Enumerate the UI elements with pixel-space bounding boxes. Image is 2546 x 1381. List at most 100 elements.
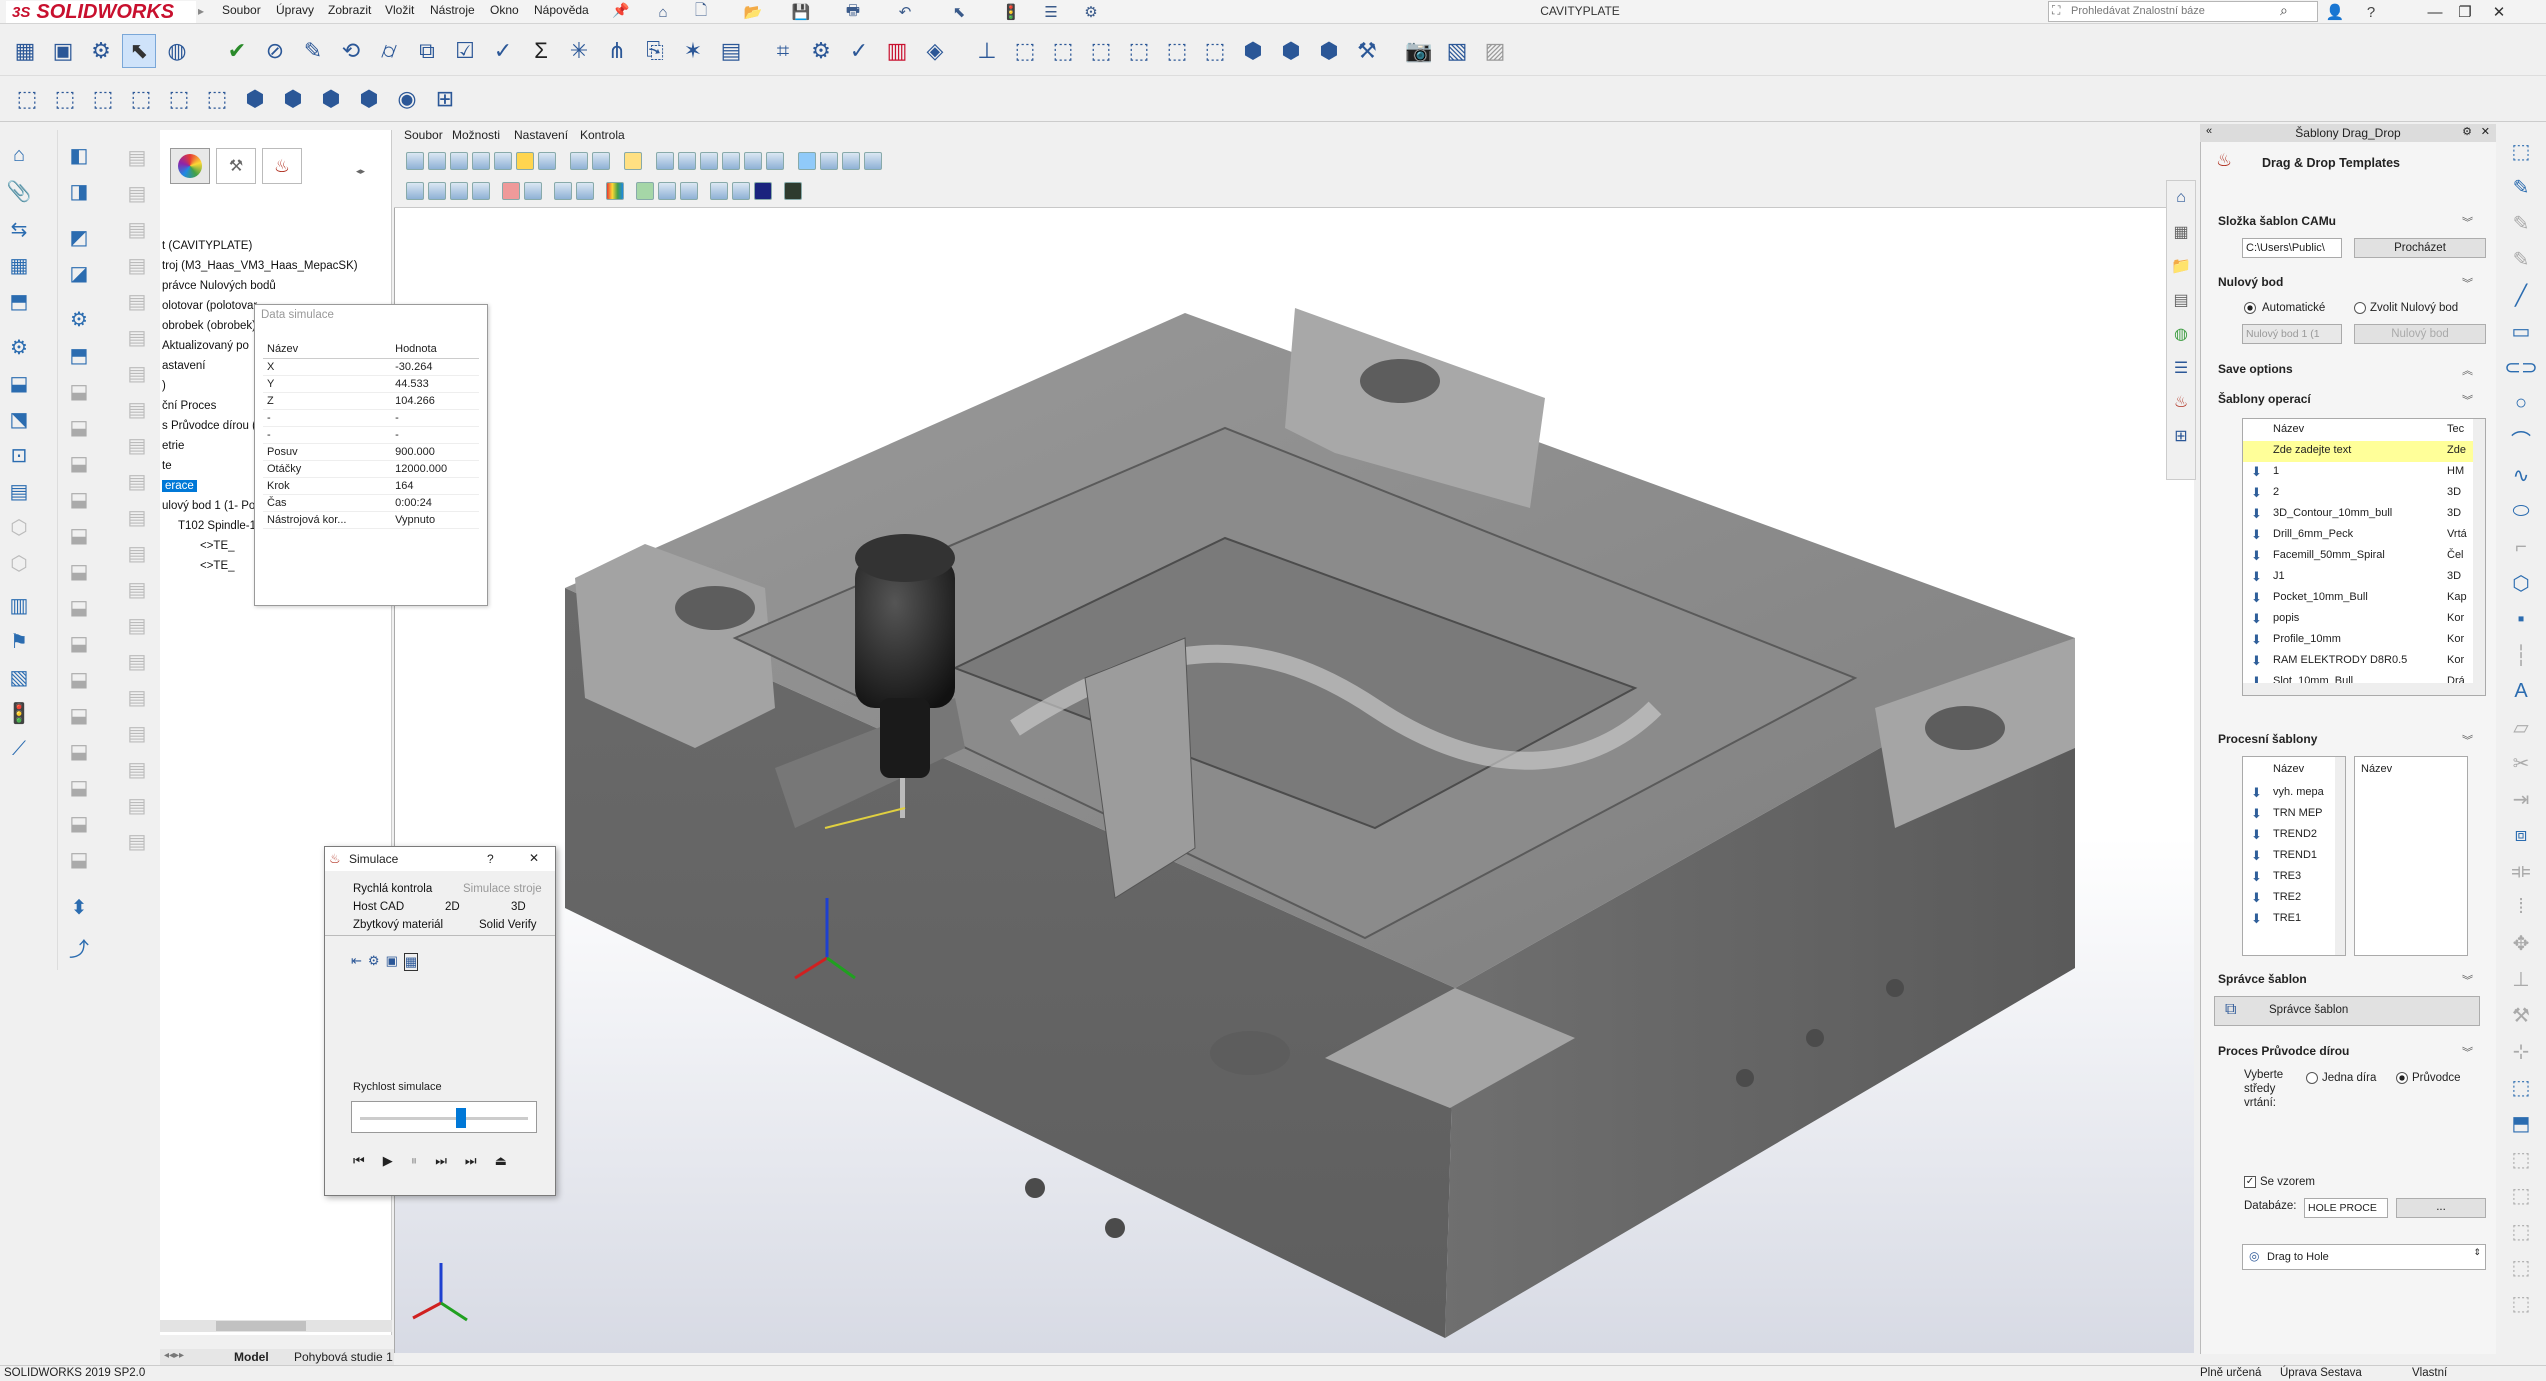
step-back-icon[interactable]: ⏮ — [353, 1153, 365, 1169]
strip3-18-icon[interactable]: ▤ — [120, 752, 154, 786]
process-detail-list[interactable]: Název — [2354, 756, 2468, 956]
rapid-sketch-icon[interactable]: ⬚ — [2504, 1070, 2538, 1104]
strip3-17-icon[interactable]: ▤ — [120, 716, 154, 750]
extend-icon[interactable]: ⇥ — [2504, 782, 2538, 816]
feature-2-icon[interactable]: 📎 — [2, 174, 36, 208]
strip3-15-icon[interactable]: ▤ — [120, 644, 154, 678]
list-item[interactable]: ⬇ Drill_6mm_Peck Vrtá — [2243, 525, 2473, 546]
tab-zbytkovy-material[interactable]: Zbytkový materiál — [353, 919, 443, 931]
vp-view-4-icon[interactable] — [722, 152, 740, 170]
feature-12-icon[interactable]: ⬡ — [2, 546, 36, 580]
search-icon[interactable]: ⌕ — [2280, 2, 2288, 19]
sim-13-icon[interactable] — [732, 182, 750, 200]
sigma-icon[interactable]: Σ — [524, 34, 558, 68]
vp-menu-soubor[interactable]: Soubor — [404, 128, 443, 142]
step-forward-icon[interactable]: ⏭ — [435, 1153, 447, 1169]
pan-icon[interactable] — [450, 152, 468, 170]
strip3-1-icon[interactable]: ▤ — [120, 140, 154, 174]
process-templates-list[interactable]: Název ⬇ vyh. mepa ⬇ TRN MEP ⬇ TREND2 ⬇ TREND1 ⬇ T… — [2242, 756, 2346, 956]
circle-check-icon[interactable]: ✓ — [486, 34, 520, 68]
tree-item[interactable]: ) — [162, 380, 166, 392]
sim-14-icon[interactable] — [754, 182, 772, 200]
eject-icon[interactable]: ⏏ — [495, 1153, 507, 1169]
tool-5-icon[interactable]: ⚙ — [62, 302, 96, 336]
camera-icon[interactable]: 📷 — [1402, 34, 1436, 68]
ruler-icon[interactable] — [538, 152, 556, 170]
menu-soubor[interactable]: Soubor — [222, 3, 261, 17]
text-icon[interactable]: A — [2504, 674, 2538, 708]
shaded-icon[interactable] — [798, 152, 816, 170]
drag-to-hole-field[interactable]: ◎ Drag to Hole ⇕ — [2242, 1244, 2486, 1270]
feature-10-icon[interactable]: ▤ — [2, 474, 36, 508]
mirror-sketch-icon[interactable]: ⟚ — [2504, 854, 2538, 888]
tab-tools[interactable]: ⚒ — [216, 148, 256, 184]
sketch-tool-4-icon[interactable]: ✎ — [2504, 242, 2538, 276]
toolpath-icon[interactable]: ⌗ — [766, 34, 800, 68]
fillet-icon[interactable]: ⌐ — [2504, 530, 2538, 564]
sim-opt-3-icon[interactable]: ▣ — [386, 953, 398, 971]
view-2-icon[interactable]: ⬚ — [48, 82, 82, 116]
pin-icon[interactable]: 📌 — [612, 2, 629, 19]
mirror-icon[interactable]: ⧉ — [410, 34, 444, 68]
list-item[interactable]: ⬇ 3D_Contour_10mm_bull 3D — [2243, 504, 2473, 525]
new-document-icon[interactable]: 🗋 — [690, 2, 712, 22]
extract-features-icon[interactable]: ▣ — [46, 34, 80, 68]
strip3-19-icon[interactable]: ▤ — [120, 788, 154, 822]
pane-pin-icon[interactable]: ✕ — [2481, 125, 2490, 138]
tab-solid-verify[interactable]: Solid Verify — [479, 919, 537, 931]
open-icon[interactable]: 📂 — [742, 2, 764, 22]
slider-thumb[interactable] — [455, 1108, 466, 1128]
feature-6-icon[interactable]: ⚙ — [2, 330, 36, 364]
cube-dimetric-icon[interactable]: ⬢ — [1274, 34, 1308, 68]
view-12-icon[interactable]: ⊞ — [428, 82, 462, 116]
view-3-icon[interactable]: ⬚ — [86, 82, 120, 116]
tab-model[interactable]: Model — [234, 1350, 269, 1364]
options-gear-icon[interactable]: ⚙ — [1080, 2, 1102, 22]
strip3-9-icon[interactable]: ▤ — [120, 428, 154, 462]
offset-icon[interactable]: ⧈ — [2504, 818, 2538, 852]
list-item[interactable]: ⬇ Pocket_10mm_Bull Kap — [2243, 588, 2473, 609]
menu-okno[interactable]: Okno — [490, 3, 519, 17]
sketch-extra-2-icon[interactable]: ⬚ — [2504, 1178, 2538, 1212]
tree-item[interactable]: ční Proces — [162, 400, 216, 412]
tool-14-icon[interactable]: ⬓ — [62, 626, 96, 660]
feature-17-icon[interactable]: ⟋ — [2, 732, 36, 766]
tab-pohybova-studie[interactable]: Pohybová studie 1 — [294, 1350, 393, 1364]
tool-18-icon[interactable]: ⬓ — [62, 770, 96, 804]
polygon-icon[interactable]: ⬡ — [2504, 566, 2538, 600]
view-5-icon[interactable]: ⬚ — [162, 82, 196, 116]
rebuild-icon[interactable]: 🚦 — [1000, 2, 1022, 22]
tree-item[interactable]: právce Nulových bodů — [162, 280, 276, 292]
sketch-tool-1-icon[interactable]: ⬚ — [2504, 134, 2538, 168]
view-7-icon[interactable]: ⬢ — [238, 82, 272, 116]
tool-20-icon[interactable]: ⬓ — [62, 842, 96, 876]
slot-icon[interactable]: ⊂⊃ — [2504, 350, 2538, 384]
home-icon[interactable]: ⌂ — [652, 2, 674, 22]
file-properties-icon[interactable]: ☰ — [1040, 2, 1062, 22]
strip3-7-icon[interactable]: ▤ — [120, 356, 154, 390]
feature-3-icon[interactable]: ⇆ — [2, 212, 36, 246]
solidworks-logo[interactable]: 3S SOLIDWORKS — [6, 1, 196, 23]
sim-2-icon[interactable] — [428, 182, 446, 200]
vp-view-6-icon[interactable] — [766, 152, 784, 170]
tree-item[interactable]: s Průvodce dírou (H — [162, 420, 264, 432]
help-button[interactable]: ? — [487, 852, 494, 866]
tool-6-icon[interactable]: ⬒ — [62, 338, 96, 372]
section-expand-icon[interactable]: ︽ — [2462, 362, 2473, 378]
tool-8-icon[interactable]: ⬓ — [62, 410, 96, 444]
appearance-tab-icon[interactable]: ◍ — [2167, 317, 2195, 351]
strip3-8-icon[interactable]: ▤ — [120, 392, 154, 426]
rectangle-icon[interactable]: ▭ — [2504, 314, 2538, 348]
databaze-select[interactable]: HOLE PROCE — [2304, 1198, 2388, 1218]
tool-10-icon[interactable]: ⬓ — [62, 482, 96, 516]
line-icon[interactable]: ╱ — [2504, 278, 2538, 312]
menu-napoveda[interactable]: Nápověda — [534, 3, 589, 17]
close-button[interactable]: ✕ — [2484, 0, 2514, 24]
tool-12-icon[interactable]: ⬓ — [62, 554, 96, 588]
folder-path-select[interactable]: C:\Users\Public\ — [2242, 238, 2342, 258]
sim-opt-1-icon[interactable]: ⇤ — [351, 953, 362, 971]
tool-17-icon[interactable]: ⬓ — [62, 734, 96, 768]
menu-vlozit[interactable]: Vložit — [385, 3, 414, 17]
origin-icon[interactable]: ⊥ — [970, 34, 1004, 68]
view-4-icon[interactable]: ⬚ — [124, 82, 158, 116]
